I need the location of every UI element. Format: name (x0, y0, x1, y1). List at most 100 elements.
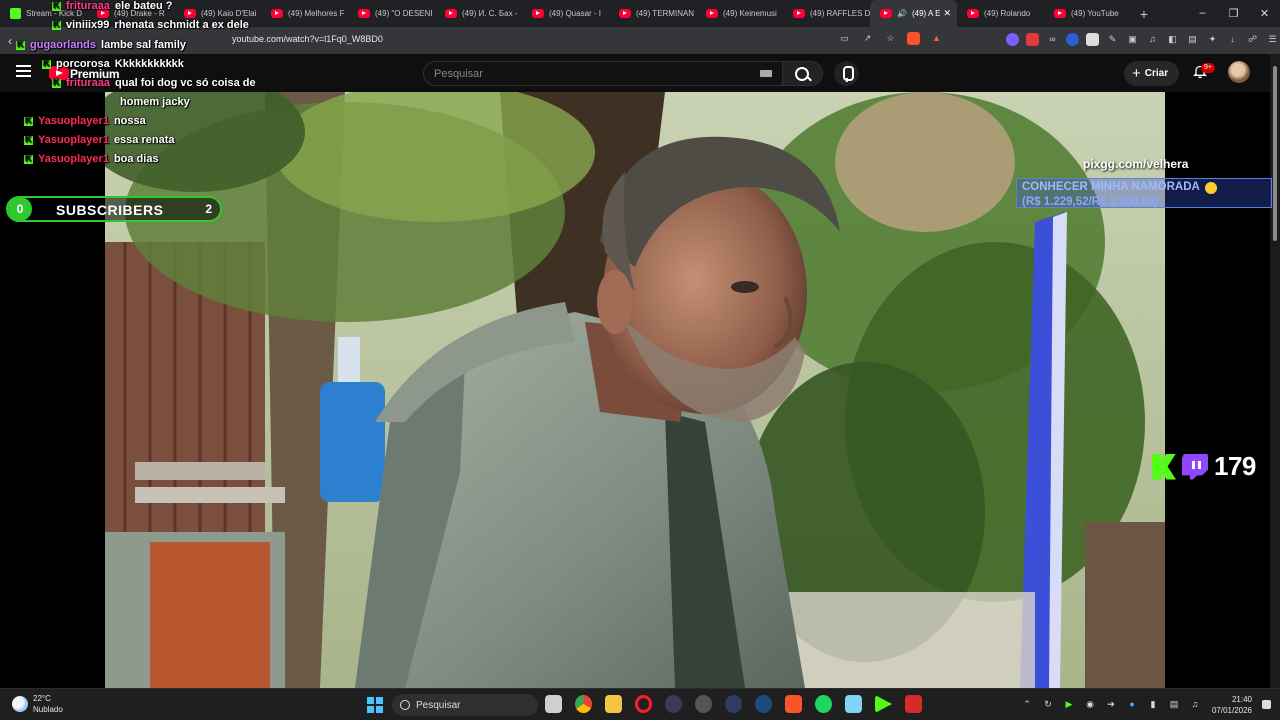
tab-title: (49) Kaio D'Elai (201, 9, 257, 18)
tab-title: (49) "O DESENI (375, 9, 433, 18)
extensions-puzzle-icon[interactable]: ✎ (1106, 33, 1119, 46)
close-tab-icon[interactable]: ✕ (943, 8, 951, 19)
minimize-icon[interactable]: – (1187, 7, 1218, 20)
chat-text: lambe sal family (101, 39, 187, 51)
browser-tab[interactable]: (49) YouTube (1044, 0, 1131, 27)
browser-tab[interactable]: (49) Rolando (957, 0, 1044, 27)
tab-title: (49) Keinemusi (723, 9, 777, 18)
app-red-dot-icon[interactable] (695, 695, 712, 713)
tray-disc-icon[interactable]: ◉ (1084, 698, 1096, 710)
url-field[interactable]: youtube.com/watch?v=l1Fq0_W8BD0 (232, 34, 383, 44)
youtube-favicon-icon (706, 9, 718, 18)
tray-arrow-icon[interactable]: ➔ (1105, 698, 1117, 710)
chat-text: Kkkkkkkkkkk (114, 58, 184, 70)
chat-text: qual foi dog vc só coisa de (115, 77, 256, 89)
app-green-arrow-icon[interactable] (875, 695, 892, 713)
close-window-icon[interactable]: ✕ (1249, 7, 1280, 20)
extension-blue-icon[interactable] (1066, 33, 1079, 46)
opera-icon[interactable] (635, 695, 652, 713)
acrobat-icon[interactable] (905, 695, 922, 713)
tab-title: (49) Quasar - I (549, 9, 602, 18)
search-input[interactable] (424, 62, 744, 86)
browser-tab[interactable]: (49) Melhores F (261, 0, 348, 27)
donation-goal-title: CONHECER MINHA NAMORADA (1022, 181, 1200, 193)
browser-tab[interactable]: (49) "O DESENI (348, 0, 435, 27)
leo-icon[interactable]: ✦ (1206, 33, 1219, 46)
chrome-icon[interactable] (575, 695, 592, 713)
voice-search-button[interactable] (834, 61, 859, 86)
restore-icon[interactable]: ❐ (1218, 7, 1249, 20)
network-icon[interactable]: ▤ (1168, 698, 1180, 710)
browser-tab[interactable]: 🔊 (49) A E ✕ (870, 0, 957, 27)
notification-badge: 9+ (1201, 63, 1215, 73)
mic-tray-icon[interactable]: ▮ (1147, 698, 1159, 710)
cast-icon[interactable]: ▭ (838, 32, 851, 45)
tab-title: (49) A E (911, 9, 941, 18)
steam-icon[interactable] (755, 695, 772, 713)
chat-message: Yasuoplayer1 nossa (24, 115, 146, 127)
cloud-icon (12, 696, 28, 712)
kick-badge-icon (42, 58, 51, 69)
bluetooth-icon[interactable]: ● (1126, 698, 1138, 710)
page-scrollbar[interactable] (1270, 54, 1280, 688)
media-icon[interactable]: ♫ (1146, 33, 1159, 46)
sidebar-icon[interactable]: ◧ (1166, 33, 1179, 46)
downloads-icon[interactable]: ↓ (1226, 33, 1239, 46)
video-frame (105, 92, 1165, 688)
notepad-icon[interactable] (845, 695, 862, 713)
extension-grid-icon[interactable] (1086, 33, 1099, 46)
extension-red-icon[interactable] (1026, 33, 1039, 46)
taskbar-search[interactable]: Pesquisar (392, 694, 538, 716)
guide-menu-icon[interactable] (16, 65, 31, 77)
brave-shield-icon[interactable] (907, 32, 920, 45)
taskbar-clock[interactable]: 21:40 07/01/2026 (1208, 694, 1252, 716)
extension-box-icon[interactable]: ▣ (1126, 33, 1139, 46)
video-player[interactable] (105, 92, 1165, 688)
spotify-icon[interactable] (815, 695, 832, 713)
tab-title: (49) Melhores F (288, 9, 345, 18)
start-button-icon[interactable] (367, 697, 383, 713)
subscriber-count: 0 (8, 197, 32, 221)
chat-text: essa renata (113, 134, 175, 146)
viewer-counter: 179 (1152, 451, 1256, 482)
bookmark-icon[interactable]: ☆ (884, 32, 897, 45)
brave-rewards-icon[interactable]: ▲ (930, 32, 943, 45)
create-button[interactable]: + Criar (1124, 61, 1179, 86)
share-icon[interactable]: ↗ (861, 32, 874, 45)
wallet-icon[interactable]: ▤ (1186, 33, 1199, 46)
vpn-icon[interactable]: ☍ (1246, 33, 1259, 46)
browser-tab[interactable]: (49) TERMINAN (609, 0, 696, 27)
chat-text: homem jacky (120, 96, 190, 108)
kick-badge-icon (24, 153, 33, 164)
app-circle-icon[interactable] (665, 695, 682, 713)
browser-tab[interactable]: (49) И. С. Бах - (435, 0, 522, 27)
keyboard-icon[interactable] (760, 70, 772, 77)
menu-icon[interactable]: ☰ (1266, 33, 1279, 46)
extension-purple-icon[interactable] (1006, 33, 1019, 46)
taskbar-apps (545, 695, 922, 713)
account-avatar[interactable] (1228, 61, 1250, 83)
audio-playing-icon[interactable]: 🔊 (897, 9, 907, 18)
twitch-logo-icon (1182, 453, 1208, 480)
chat-username: frituraaa (66, 77, 111, 89)
chat-message: Yasuoplayer1 boa dias (24, 153, 159, 165)
browser-tab[interactable]: (49) Quasar - I (522, 0, 609, 27)
chat-message: frituraaa qual foi dog vc só coisa de (52, 77, 256, 89)
file-explorer-icon[interactable] (605, 695, 622, 713)
tray-play-icon[interactable]: ▶ (1063, 698, 1075, 710)
new-tab-button[interactable]: + (1131, 6, 1157, 22)
search-button[interactable] (783, 61, 823, 86)
task-view-icon[interactable] (545, 695, 562, 713)
weather-widget[interactable]: 22°C Nublado (12, 693, 63, 715)
browser-tab[interactable]: (49) RAFFLES D (783, 0, 870, 27)
notifications-icon[interactable] (1262, 700, 1271, 709)
subscriber-goal-widget: 0 SUBSCRIBERS 2 (6, 196, 222, 222)
brave-icon[interactable] (785, 695, 802, 713)
app-arrow-icon[interactable] (725, 695, 742, 713)
youtube-favicon-icon (967, 9, 979, 18)
volume-icon[interactable]: ♫ (1189, 698, 1201, 710)
extension-glasses-icon[interactable]: ∞ (1046, 33, 1059, 46)
browser-tab[interactable]: (49) Keinemusi (696, 0, 783, 27)
tray-sync-icon[interactable]: ↻ (1042, 698, 1054, 710)
tray-chevron-icon[interactable]: ⌃ (1021, 698, 1033, 710)
